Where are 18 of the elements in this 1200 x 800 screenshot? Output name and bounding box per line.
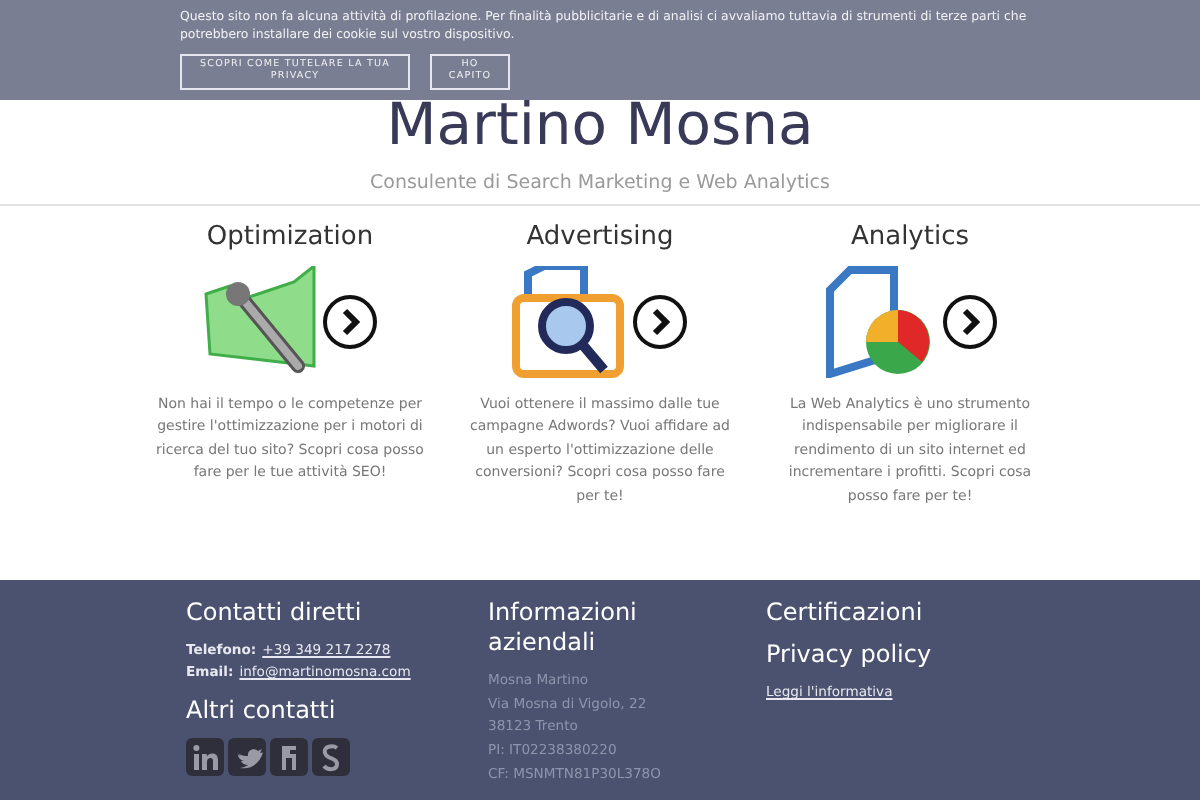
camera-magnifier-icon: [512, 266, 628, 378]
footer-heading: Altri contatti: [186, 696, 338, 726]
linkedin-icon[interactable]: [186, 738, 224, 776]
service-title: Optimization: [206, 222, 374, 252]
skype-icon[interactable]: [312, 738, 350, 776]
arrow-right-button[interactable]: [942, 294, 998, 350]
site-subtitle: Consulente di Search Marketing e Web Analytics: [370, 172, 830, 194]
site-title: Martino Mosna: [384, 90, 816, 158]
footer-heading: Contatti diretti: [186, 598, 364, 628]
footer-heading: Informazioni aziendali: [488, 598, 639, 658]
arrow-right-button[interactable]: [322, 294, 378, 350]
twitter-icon[interactable]: [228, 738, 266, 776]
service-title: Analytics: [850, 222, 970, 252]
footer-heading: Certificazioni: [766, 598, 925, 628]
arrow-right-button[interactable]: [632, 294, 688, 350]
footer-heading: Privacy policy: [766, 640, 934, 670]
service-title: Advertising: [526, 222, 674, 252]
chart-wrench-icon: [202, 266, 318, 378]
